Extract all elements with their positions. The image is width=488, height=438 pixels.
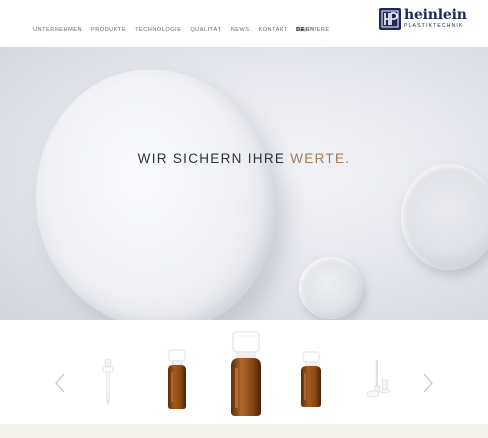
dropper-pipette-icon bbox=[102, 358, 114, 406]
site-header: UNTERNEHMEN PRODUKTE TECHNOLOGIE QUALITÄ… bbox=[0, 0, 488, 47]
product-amber-bottle-small-left[interactable] bbox=[164, 348, 190, 417]
caps-spatula-icon bbox=[366, 359, 390, 398]
small-drop-image bbox=[299, 257, 363, 319]
chevron-left-icon bbox=[55, 373, 65, 393]
logo-name: heinlein bbox=[404, 7, 467, 23]
carousel-next-button[interactable] bbox=[422, 373, 434, 393]
company-logo[interactable]: heinlein PLASTIKTECHNIK bbox=[379, 8, 467, 30]
logo-subtitle: PLASTIKTECHNIK bbox=[404, 23, 464, 29]
hero-title-main: WIR SICHERN IHRE bbox=[137, 151, 291, 166]
hero-banner: WIR SICHERN IHRE WERTE. bbox=[0, 47, 488, 320]
nav-news[interactable]: NEWS bbox=[231, 27, 250, 33]
product-dropper-pipette[interactable] bbox=[101, 358, 115, 411]
main-nav: UNTERNEHMEN PRODUKTE TECHNOLOGIE QUALITÄ… bbox=[33, 27, 339, 33]
hero-title-end: . bbox=[345, 151, 351, 166]
right-drop-image bbox=[401, 164, 488, 270]
logo-text: heinlein PLASTIKTECHNIK bbox=[404, 8, 467, 29]
carousel-prev-button[interactable] bbox=[54, 373, 66, 393]
nav-technologie[interactable]: TECHNOLOGIE bbox=[135, 27, 181, 33]
logo-mark-icon bbox=[379, 8, 401, 30]
language-switcher: DE|EN bbox=[296, 27, 315, 33]
product-amber-bottle-small-right[interactable] bbox=[298, 350, 324, 415]
hero-title: WIR SICHERN IHRE WERTE. bbox=[0, 151, 488, 166]
amber-bottle-icon bbox=[301, 351, 321, 407]
product-carousel bbox=[0, 320, 488, 438]
product-caps-and-spatula[interactable] bbox=[365, 358, 393, 405]
amber-bottle-large-icon bbox=[231, 331, 261, 416]
amber-bottle-icon bbox=[168, 349, 186, 409]
nav-qualitaet[interactable]: QUALITÄT bbox=[190, 27, 221, 33]
product-amber-bottle-large[interactable] bbox=[226, 330, 266, 425]
hero-title-accent: WERTE bbox=[290, 151, 346, 166]
large-drop-image bbox=[22, 57, 290, 320]
lang-en[interactable]: EN bbox=[306, 27, 314, 33]
chevron-right-icon bbox=[423, 373, 433, 393]
nav-produkte[interactable]: PRODUKTE bbox=[91, 27, 126, 33]
nav-unternehmen[interactable]: UNTERNEHMEN bbox=[33, 27, 82, 33]
nav-kontakt[interactable]: KONTAKT bbox=[258, 27, 288, 33]
footer-band bbox=[0, 424, 488, 438]
